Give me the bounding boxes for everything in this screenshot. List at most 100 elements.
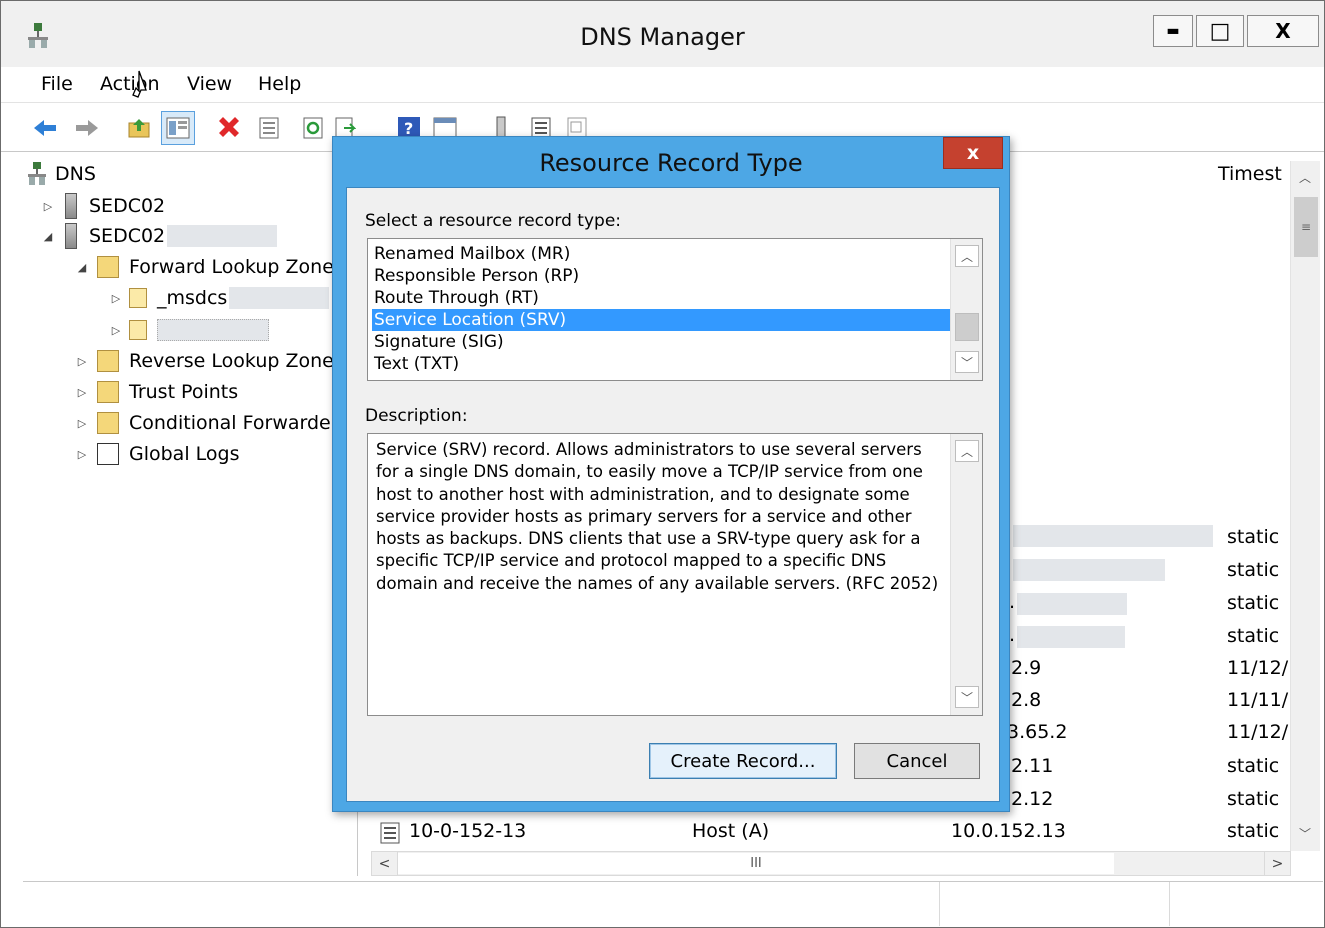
tree-item-reverse-lookup[interactable]: ▷ Reverse Lookup Zones (73, 347, 344, 375)
tree-item-trust-points[interactable]: ▷ Trust Points (73, 378, 238, 406)
description-text: Service (SRV) record. Allows administrat… (376, 440, 939, 593)
event-log-icon (97, 443, 119, 465)
scroll-up-icon[interactable]: ︿ (955, 245, 979, 267)
record-data: 2.8 (1011, 689, 1042, 711)
list-item[interactable]: Responsible Person (RP) (372, 265, 950, 287)
scroll-up-icon[interactable]: ︿ (955, 440, 979, 462)
expand-icon[interactable]: ▷ (73, 386, 91, 399)
scroll-down-icon[interactable]: ﹀ (955, 351, 979, 373)
folder-icon (97, 256, 119, 278)
redacted-text (229, 287, 330, 309)
collapse-icon[interactable]: ◢ (39, 230, 57, 243)
scroll-left-icon[interactable]: < (372, 852, 398, 875)
redacted-text (1013, 559, 1165, 581)
record-data: 3.65.2 (1007, 721, 1068, 743)
maximize-button[interactable]: □ (1196, 15, 1244, 47)
record-timestamp: 11/12/ (1227, 657, 1289, 679)
expand-icon[interactable]: ▷ (73, 448, 91, 461)
record-timestamp: static (1227, 592, 1280, 614)
list-item-selected[interactable]: Service Location (SRV) (372, 309, 950, 331)
record-data: 2.12 (1011, 788, 1054, 810)
collapse-icon[interactable]: ◢ (73, 261, 91, 274)
menu-view[interactable]: View (187, 73, 232, 95)
description-textbox[interactable]: Service (SRV) record. Allows administrat… (367, 433, 983, 716)
show-hide-tree-icon[interactable] (161, 111, 195, 145)
dialog-body: Select a resource record type: Renamed M… (346, 187, 1000, 802)
window-title: DNS Manager (580, 23, 745, 51)
list-item[interactable]: Renamed Mailbox (MR) (372, 243, 950, 265)
scroll-thumb[interactable] (955, 313, 979, 341)
forward-arrow-icon[interactable] (73, 114, 101, 142)
expand-icon[interactable]: ▷ (107, 292, 125, 305)
tree-item-server-1[interactable]: ▷ SEDC02 (39, 192, 165, 220)
refresh-icon[interactable] (299, 114, 327, 142)
tree-item-msdcs[interactable]: ▷ _msdcs (107, 284, 330, 312)
expand-icon[interactable]: ▷ (73, 355, 91, 368)
title-bar[interactable]: DNS Manager ▬ □ X (1, 1, 1324, 67)
server-icon (65, 193, 77, 219)
select-label: Select a resource record type: (365, 211, 622, 231)
description-scrollbar[interactable]: ︿ ﹀ (950, 434, 982, 715)
record-data: 2.11 (1011, 755, 1054, 777)
expand-icon[interactable]: ▷ (39, 200, 57, 213)
maximize-icon: □ (1209, 18, 1231, 44)
tree-item-label: SEDC02 (89, 225, 166, 247)
zone-icon (129, 320, 147, 340)
zone-icon (129, 288, 147, 308)
listbox-scrollbar[interactable]: ︿ ﹀ (950, 239, 982, 380)
close-icon: X (1275, 19, 1291, 43)
tree-item-label: Global Logs (129, 443, 240, 465)
record-timestamp: static (1227, 755, 1280, 777)
description-label: Description: (365, 406, 468, 426)
tree-item-label: Forward Lookup Zone (129, 256, 334, 278)
expand-icon[interactable]: ▷ (107, 324, 125, 337)
tree-item-label: SEDC02 (89, 195, 166, 217)
back-arrow-icon[interactable] (31, 114, 59, 142)
scroll-down-icon[interactable]: ﹀ (1292, 821, 1318, 845)
tree-item-zone[interactable]: ▷ (107, 316, 269, 344)
dialog-close-button[interactable]: x (943, 137, 1003, 169)
expand-icon[interactable]: ▷ (73, 417, 91, 430)
folder-icon (97, 412, 119, 434)
create-record-button[interactable]: Create Record... (649, 743, 837, 779)
record-timestamp: 11/12/ (1227, 721, 1289, 743)
dialog-title: Resource Record Type (539, 149, 803, 177)
scroll-up-icon[interactable]: ︿ (1292, 165, 1318, 189)
list-item[interactable]: Text (TXT) (372, 353, 950, 375)
record-name: 10-0-152-13 (409, 820, 527, 842)
menu-bar: File Action View Help (1, 67, 1324, 103)
dns-icon (28, 162, 46, 185)
properties-icon[interactable] (255, 114, 283, 142)
scroll-thumb[interactable]: ≡ (1294, 197, 1318, 257)
scroll-thumb[interactable]: III (398, 853, 1114, 874)
menu-help[interactable]: Help (258, 73, 301, 95)
list-vertical-scrollbar[interactable]: ︿ ≡ ﹀ (1290, 161, 1320, 851)
list-horizontal-scrollbar[interactable]: < III > (371, 851, 1291, 876)
tree-item-forward-lookup[interactable]: ◢ Forward Lookup Zone (73, 253, 334, 281)
tree-item-label: Conditional Forwarde (129, 412, 331, 434)
cancel-button[interactable]: Cancel (854, 743, 980, 779)
scroll-right-icon[interactable]: > (1264, 852, 1290, 875)
record-data: 2.9 (1011, 657, 1042, 679)
close-button[interactable]: X (1247, 15, 1319, 47)
scroll-down-icon[interactable]: ﹀ (955, 686, 979, 708)
record-timestamp: 11/11/ (1227, 689, 1289, 711)
record-type: Host (A) (692, 820, 770, 842)
column-header-timestamp[interactable]: Timest (1218, 163, 1290, 189)
delete-icon[interactable] (215, 114, 243, 142)
tree-item-conditional-forwarders[interactable]: ▷ Conditional Forwarde (73, 409, 331, 437)
tree-item-server-2[interactable]: ◢ SEDC02 (39, 222, 278, 250)
menu-file[interactable]: File (41, 73, 73, 95)
record-type-listbox[interactable]: Renamed Mailbox (MR) Responsible Person … (367, 238, 983, 381)
up-folder-icon[interactable] (125, 114, 153, 142)
minimize-button[interactable]: ▬ (1153, 15, 1193, 47)
tree-item-global-logs[interactable]: ▷ Global Logs (73, 440, 239, 468)
server-icon (65, 223, 77, 249)
folder-icon (97, 350, 119, 372)
tree-root-dns[interactable]: DNS (27, 160, 96, 188)
table-row[interactable]: 10-0-152-13 Host (A) 10.0.152.13 static (379, 819, 1279, 847)
redacted-text (167, 225, 278, 247)
list-item[interactable]: Signature (SIG) (372, 331, 950, 353)
redacted-text (1013, 525, 1213, 547)
list-item[interactable]: Route Through (RT) (372, 287, 950, 309)
